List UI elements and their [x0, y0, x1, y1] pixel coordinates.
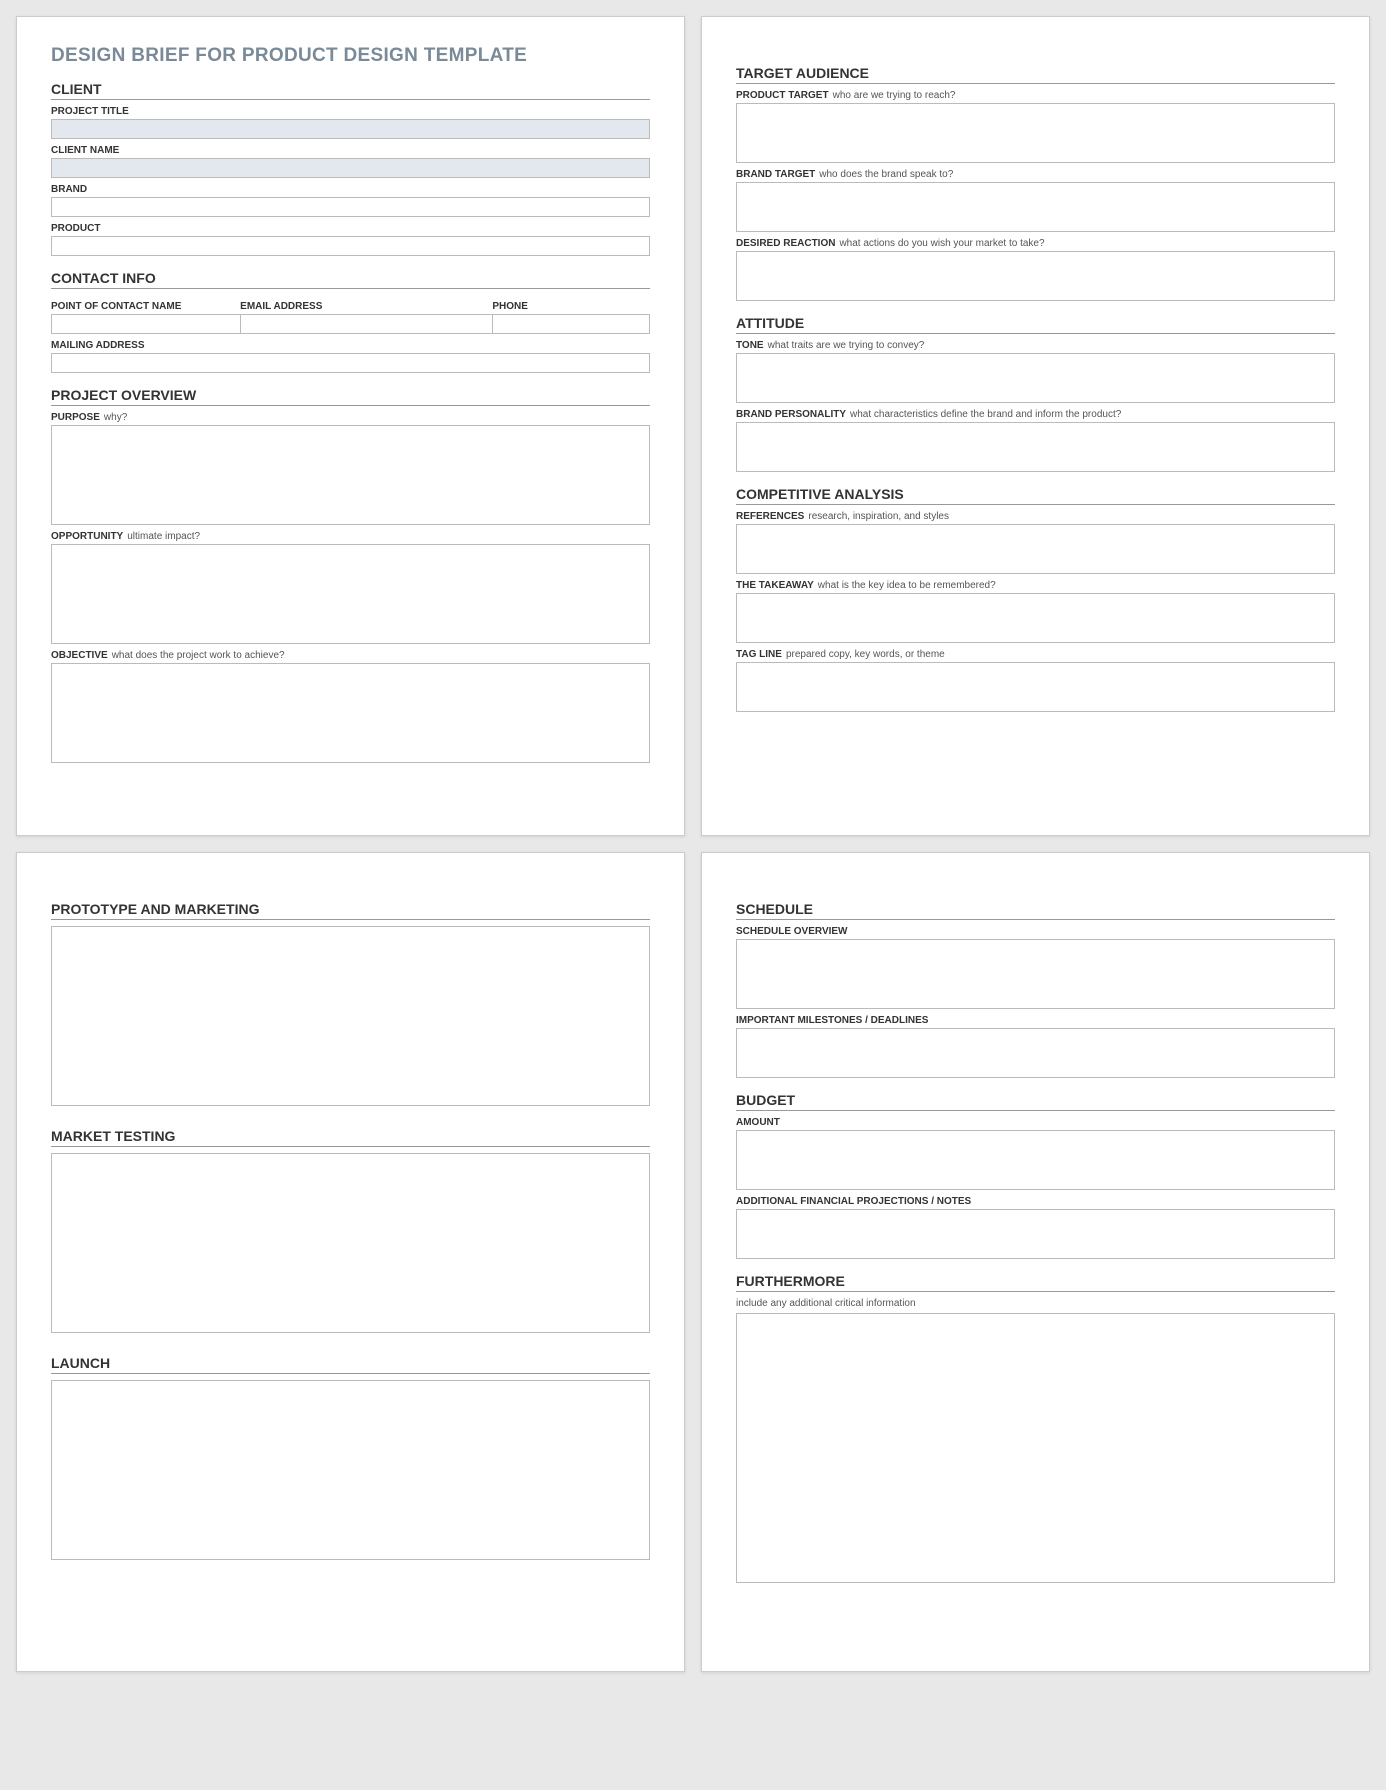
label-product-target: PRODUCT TARGET [736, 90, 829, 101]
label-client-name: CLIENT NAME [51, 145, 650, 156]
page-2-right: SCHEDULE SCHEDULE OVERVIEW IMPORTANT MIL… [701, 852, 1370, 1672]
document-grid: DESIGN BRIEF FOR PRODUCT DESIGN TEMPLATE… [16, 16, 1370, 1672]
hint-brand-personality: what characteristics define the brand an… [850, 409, 1121, 420]
label-poc-name: POINT OF CONTACT NAME [51, 301, 240, 312]
label-amount: AMOUNT [736, 1117, 1335, 1128]
page-2-left: PROTOTYPE AND MARKETING MARKET TESTING L… [16, 852, 685, 1672]
input-market-testing[interactable] [51, 1153, 650, 1333]
input-opportunity[interactable] [51, 544, 650, 644]
label-milestones: IMPORTANT MILESTONES / DEADLINES [736, 1015, 1335, 1026]
section-budget: BUDGET [736, 1092, 1335, 1111]
label-brand-personality: BRAND PERSONALITY [736, 409, 846, 420]
label-schedule-overview: SCHEDULE OVERVIEW [736, 926, 1335, 937]
label-mailing-address: MAILING ADDRESS [51, 340, 650, 351]
input-launch[interactable] [51, 1380, 650, 1560]
section-prototype-marketing: PROTOTYPE AND MARKETING [51, 901, 650, 920]
label-tagline: TAG LINE [736, 649, 782, 660]
input-product-target[interactable] [736, 103, 1335, 163]
input-phone[interactable] [492, 314, 650, 334]
label-objective: OBJECTIVE [51, 650, 108, 661]
hint-desired-reaction: what actions do you wish your market to … [839, 238, 1044, 249]
input-brand-target[interactable] [736, 182, 1335, 232]
hint-purpose: why? [104, 412, 127, 423]
input-product[interactable] [51, 236, 650, 256]
label-takeaway: THE TAKEAWAY [736, 580, 814, 591]
label-tone: TONE [736, 340, 764, 351]
input-email[interactable] [240, 314, 492, 334]
label-brand-target: BRAND TARGET [736, 169, 815, 180]
hint-furthermore: include any additional critical informat… [736, 1298, 1335, 1309]
hint-brand-target: who does the brand speak to? [819, 169, 953, 180]
section-schedule: SCHEDULE [736, 901, 1335, 920]
page-1-right: TARGET AUDIENCE PRODUCT TARGET who are w… [701, 16, 1370, 836]
section-furthermore: FURTHERMORE [736, 1273, 1335, 1292]
hint-tone: what traits are we trying to convey? [768, 340, 925, 351]
input-furthermore[interactable] [736, 1313, 1335, 1583]
contact-row: POINT OF CONTACT NAME EMAIL ADDRESS PHON… [51, 295, 650, 334]
input-amount[interactable] [736, 1130, 1335, 1190]
label-email: EMAIL ADDRESS [240, 301, 492, 312]
input-brand[interactable] [51, 197, 650, 217]
document-title: DESIGN BRIEF FOR PRODUCT DESIGN TEMPLATE [51, 45, 650, 67]
section-competitive-analysis: COMPETITIVE ANALYSIS [736, 486, 1335, 505]
label-phone: PHONE [492, 301, 650, 312]
label-opportunity: OPPORTUNITY [51, 531, 123, 542]
input-poc-name[interactable] [51, 314, 240, 334]
section-project-overview: PROJECT OVERVIEW [51, 387, 650, 406]
hint-opportunity: ultimate impact? [127, 531, 200, 542]
input-client-name[interactable] [51, 158, 650, 178]
section-launch: LAUNCH [51, 1355, 650, 1374]
input-mailing-address[interactable] [51, 353, 650, 373]
section-client: CLIENT [51, 81, 650, 100]
section-target-audience: TARGET AUDIENCE [736, 65, 1335, 84]
section-market-testing: MARKET TESTING [51, 1128, 650, 1147]
label-product: PRODUCT [51, 223, 650, 234]
input-desired-reaction[interactable] [736, 251, 1335, 301]
section-attitude: ATTITUDE [736, 315, 1335, 334]
hint-takeaway: what is the key idea to be remembered? [818, 580, 996, 591]
input-references[interactable] [736, 524, 1335, 574]
label-financial-projections: ADDITIONAL FINANCIAL PROJECTIONS / NOTES [736, 1196, 1335, 1207]
input-takeaway[interactable] [736, 593, 1335, 643]
hint-references: research, inspiration, and styles [808, 511, 949, 522]
hint-product-target: who are we trying to reach? [833, 90, 956, 101]
label-brand: BRAND [51, 184, 650, 195]
input-milestones[interactable] [736, 1028, 1335, 1078]
input-schedule-overview[interactable] [736, 939, 1335, 1009]
input-objective[interactable] [51, 663, 650, 763]
label-references: REFERENCES [736, 511, 804, 522]
input-tone[interactable] [736, 353, 1335, 403]
label-desired-reaction: DESIRED REACTION [736, 238, 835, 249]
input-brand-personality[interactable] [736, 422, 1335, 472]
input-financial-projections[interactable] [736, 1209, 1335, 1259]
label-project-title: PROJECT TITLE [51, 106, 650, 117]
section-contact-info: CONTACT INFO [51, 270, 650, 289]
label-purpose: PURPOSE [51, 412, 100, 423]
input-project-title[interactable] [51, 119, 650, 139]
input-prototype-marketing[interactable] [51, 926, 650, 1106]
page-1-left: DESIGN BRIEF FOR PRODUCT DESIGN TEMPLATE… [16, 16, 685, 836]
hint-tagline: prepared copy, key words, or theme [786, 649, 945, 660]
input-purpose[interactable] [51, 425, 650, 525]
hint-objective: what does the project work to achieve? [112, 650, 285, 661]
input-tagline[interactable] [736, 662, 1335, 712]
